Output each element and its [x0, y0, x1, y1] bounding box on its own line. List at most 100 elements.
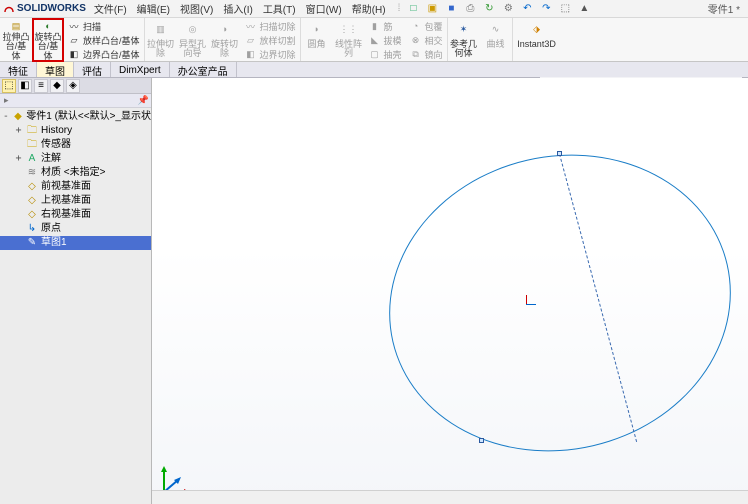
dimxpert-manager-tab-icon[interactable]: ◆: [50, 79, 64, 93]
fillet-icon: ◗: [308, 21, 326, 39]
curves-icon: ∿: [487, 21, 505, 39]
lofted-boss-button[interactable]: ▱放样凸台/基体: [68, 34, 140, 46]
fillet-button[interactable]: ◗ 圆角: [301, 18, 333, 61]
tree-origin[interactable]: ↳ 原点: [0, 222, 151, 236]
boundary-cut-label: 边界切除: [260, 48, 296, 61]
tree-toggle-icon[interactable]: -: [2, 111, 10, 123]
shell-icon: ▢: [369, 48, 381, 60]
revolve-boss-button[interactable]: ◐ 旋转凸 台/基 体: [32, 18, 64, 61]
tree-top-plane[interactable]: ◇ 上视基准面: [0, 194, 151, 208]
tree-material-label: 材质 <未指定>: [41, 167, 105, 179]
tree-toggle-icon[interactable]: +: [14, 125, 23, 137]
undo-icon[interactable]: ↶: [520, 2, 534, 16]
intersect-button[interactable]: ⊗相交: [410, 34, 443, 46]
boundary-boss-button[interactable]: ◧边界凸台/基体: [68, 48, 140, 60]
pin-icon[interactable]: 📌: [138, 95, 149, 106]
linear-pattern-button[interactable]: ⋮⋮ 线性阵 列: [333, 18, 365, 61]
tree-right-plane[interactable]: ◇ 右视基准面: [0, 208, 151, 222]
configuration-manager-tab-icon[interactable]: ≡: [34, 79, 48, 93]
feature-manager-tab-icon[interactable]: ⬚: [2, 79, 16, 93]
menu-insert[interactable]: 插入(I): [223, 1, 252, 16]
menu-edit[interactable]: 编辑(E): [137, 1, 170, 16]
hole-wizard-button[interactable]: ◎ 异型孔 向导: [177, 18, 209, 61]
tab-sketch[interactable]: 草图: [37, 62, 74, 77]
lofted-cut-button[interactable]: ▱放样切割: [245, 34, 296, 46]
tree-origin-label: 原点: [41, 223, 61, 235]
new-doc-icon[interactable]: □: [406, 2, 420, 16]
part-icon: ◆: [13, 111, 23, 123]
shell-button[interactable]: ▢抽壳: [369, 48, 402, 60]
instant3d-button[interactable]: ⬗ Instant3D: [513, 18, 561, 61]
manager-header-arrow-icon[interactable]: ▸: [4, 95, 9, 106]
tree-root-label: 零件1 (默认<<默认>_显示状: [26, 111, 151, 123]
lofted-cut-icon: ▱: [245, 34, 257, 46]
tree-sensors[interactable]: 🗀 传感器: [0, 138, 151, 152]
select-icon[interactable]: ⬚: [558, 2, 572, 16]
pointer-icon[interactable]: ▲: [577, 2, 591, 16]
annotations-folder-icon: A: [26, 153, 38, 165]
print-icon[interactable]: ⎙: [463, 2, 477, 16]
mirror-button[interactable]: ⧉镜向: [410, 48, 443, 60]
tree-annotations-label: 注解: [41, 153, 61, 165]
redo-icon[interactable]: ↷: [539, 2, 553, 16]
tab-dimxpert[interactable]: DimXpert: [111, 62, 170, 77]
sketch-endpoint-bottom[interactable]: [479, 438, 484, 443]
main-split: ⬚ ◧ ≡ ◆ ◈ ▸ 📌 - ◆ 零件1 (默认<<默认>_显示状 + 🗀 H…: [0, 78, 748, 504]
menu-separator: ⁞: [398, 3, 401, 14]
menu-tools[interactable]: 工具(T): [263, 1, 296, 16]
swept-boss-label: 扫描: [83, 20, 101, 33]
tree-root[interactable]: - ◆ 零件1 (默认<<默认>_显示状: [0, 110, 151, 124]
revolve-cut-button[interactable]: ◑ 旋转切 除: [209, 18, 241, 61]
tree-sensors-label: 传感器: [41, 139, 71, 151]
manager-header: ▸ 📌: [0, 94, 151, 108]
boundary-boss-label: 边界凸台/基体: [83, 48, 140, 61]
menubar: SOLIDWORKS 文件(F) 编辑(E) 视图(V) 插入(I) 工具(T)…: [0, 0, 748, 18]
intersect-icon: ⊗: [410, 34, 422, 46]
tree-toggle-icon[interactable]: +: [14, 153, 23, 165]
ribbon-group-operations: ◗ 圆角 ⋮⋮ 线性阵 列 ▮筋 ◣拔模 ▢抽壳 ◔包覆 ⊗相交 ⧉镜向: [301, 18, 448, 61]
tree-annotations[interactable]: + A 注解: [0, 152, 151, 166]
rebuild-icon[interactable]: ↻: [482, 2, 496, 16]
save-icon[interactable]: ■: [444, 2, 458, 16]
property-manager-tab-icon[interactable]: ◧: [18, 79, 32, 93]
tree-front-plane[interactable]: ◇ 前视基准面: [0, 180, 151, 194]
menu-help[interactable]: 帮助(H): [352, 1, 386, 16]
sensors-folder-icon: 🗀: [26, 139, 38, 151]
display-manager-tab-icon[interactable]: ◈: [66, 79, 80, 93]
extrude-boss-button[interactable]: ▤ 拉伸凸 台/基 体: [0, 18, 32, 61]
swept-cut-button[interactable]: 〰扫描切除: [245, 20, 296, 32]
plane-icon: ◇: [26, 181, 38, 193]
menu-window[interactable]: 窗口(W): [306, 1, 342, 16]
quick-access-toolbar: □ ▣ ■ ⎙ ↻ ⚙ ↶ ↷ ⬚ ▲: [406, 2, 591, 16]
tab-office[interactable]: 办公室产品: [170, 62, 237, 77]
tree-sketch1[interactable]: ✎ 草图1: [0, 236, 151, 250]
draft-label: 拔模: [384, 34, 402, 47]
reference-geometry-button[interactable]: ✶ 参考几 何体: [448, 18, 480, 61]
status-bar: [152, 490, 748, 504]
tree-history[interactable]: + 🗀 History: [0, 124, 151, 138]
hole-wizard-icon: ◎: [184, 21, 202, 39]
extrude-cut-button[interactable]: ▥ 拉伸切 除: [145, 18, 177, 61]
wrap-button[interactable]: ◔包覆: [410, 20, 443, 32]
plane-icon: ◇: [26, 209, 38, 221]
draft-button[interactable]: ◣拔模: [369, 34, 402, 46]
curves-button[interactable]: ∿ 曲线: [480, 18, 512, 61]
menu-file[interactable]: 文件(F): [94, 1, 127, 16]
tree-sketch1-label: 草图1: [41, 237, 67, 249]
swept-boss-button[interactable]: 〰扫描: [68, 20, 140, 32]
tab-features[interactable]: 特征: [0, 62, 37, 77]
document-title: 零件1 *: [708, 1, 740, 16]
ribbon: ▤ 拉伸凸 台/基 体 ◐ 旋转凸 台/基 体 〰扫描 ▱放样凸台/基体 ◧边界…: [0, 18, 748, 62]
rib-button[interactable]: ▮筋: [369, 20, 402, 32]
menu-view[interactable]: 视图(V): [180, 1, 213, 16]
tab-evaluate[interactable]: 评估: [74, 62, 111, 77]
boundary-cut-button[interactable]: ◧边界切除: [245, 48, 296, 60]
tree-front-plane-label: 前视基准面: [41, 181, 91, 193]
sketch-endpoint-top[interactable]: [557, 151, 562, 156]
options-icon[interactable]: ⚙: [501, 2, 515, 16]
sketch-ellipse[interactable]: [359, 121, 748, 485]
open-icon[interactable]: ▣: [425, 2, 439, 16]
rib-label: 筋: [384, 20, 393, 33]
graphics-area[interactable]: [152, 78, 748, 504]
tree-material[interactable]: ≋ 材质 <未指定>: [0, 166, 151, 180]
